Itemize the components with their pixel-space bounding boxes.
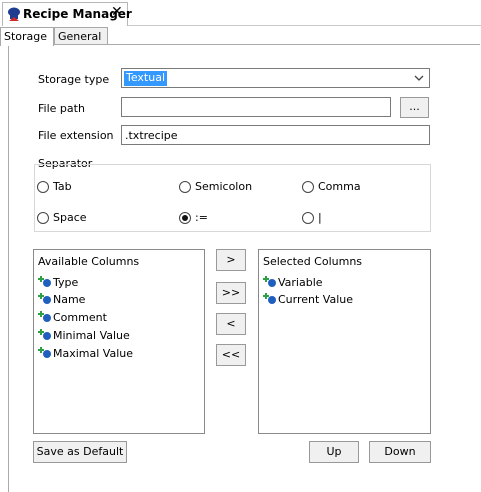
list-item[interactable]: Maximal Value (38, 346, 133, 362)
available-item-minimal-value: Minimal Value (53, 329, 130, 342)
move-left-button[interactable]: < (216, 313, 246, 335)
radio-pipe[interactable] (302, 212, 314, 224)
file-path-label: File path (38, 102, 85, 115)
available-item-comment: Comment (53, 311, 107, 324)
separator-group (34, 164, 431, 232)
radio-semicolon-label: Semicolon (195, 180, 253, 193)
down-button[interactable]: Down (369, 441, 431, 463)
close-icon[interactable]: ✕ (111, 5, 123, 19)
selected-columns-title: Selected Columns (263, 255, 363, 268)
variable-icon (38, 276, 51, 287)
variable-icon (263, 276, 276, 287)
browse-button[interactable]: ... (400, 97, 429, 118)
storage-type-label: Storage type (38, 73, 110, 86)
move-all-right-button[interactable]: >> (216, 282, 246, 304)
available-columns-list[interactable]: Available Columns Type Name Comment Mini… (33, 249, 205, 434)
radio-comma-label: Comma (318, 180, 361, 193)
available-item-name: Name (53, 293, 86, 306)
storage-type-select[interactable]: Textual (121, 68, 430, 88)
available-item-type: Type (53, 276, 79, 289)
list-item[interactable]: Comment (38, 310, 107, 326)
file-path-input[interactable] (121, 97, 391, 117)
file-extension-input[interactable] (121, 125, 430, 145)
variable-icon (38, 293, 51, 304)
chef-hat-icon (8, 7, 20, 21)
selected-columns-list[interactable]: Selected Columns Variable Current Value (258, 249, 431, 434)
available-item-maximal-value: Maximal Value (53, 347, 134, 360)
variable-icon (38, 311, 51, 322)
tab-general[interactable]: General (54, 27, 108, 45)
radio-space-label: Space (53, 211, 87, 224)
radio-space[interactable] (37, 212, 49, 224)
available-columns-title: Available Columns (38, 255, 140, 268)
selected-item-variable: Variable (278, 276, 323, 289)
recipe-manager-tab[interactable]: Recipe Manager ✕ (2, 2, 132, 26)
list-item[interactable]: Variable (263, 275, 323, 291)
tab-storage[interactable]: Storage (0, 27, 54, 46)
file-extension-label: File extension (38, 129, 114, 142)
list-item[interactable]: Type (38, 275, 78, 291)
list-item[interactable]: Current Value (263, 292, 353, 308)
up-button[interactable]: Up (309, 441, 359, 463)
radio-assign-label: := (195, 211, 208, 224)
list-item[interactable]: Name (38, 292, 85, 308)
radio-pipe-label: | (318, 211, 322, 224)
storage-type-value: Textual (124, 71, 168, 86)
list-item[interactable]: Minimal Value (38, 328, 130, 344)
variable-icon (38, 347, 51, 358)
variable-icon (38, 329, 51, 340)
radio-comma[interactable] (302, 181, 314, 193)
radio-tab[interactable] (37, 181, 49, 193)
selected-item-current-value: Current Value (278, 293, 354, 306)
move-all-left-button[interactable]: << (216, 344, 246, 366)
variable-icon (263, 293, 276, 304)
radio-assign[interactable] (179, 212, 191, 224)
move-right-button[interactable]: > (216, 249, 246, 271)
save-as-default-button[interactable]: Save as Default (33, 441, 127, 463)
tab-bar-divider (128, 25, 481, 26)
radio-tab-label: Tab (53, 180, 72, 193)
radio-semicolon[interactable] (179, 181, 191, 193)
chevron-down-icon (414, 75, 424, 81)
